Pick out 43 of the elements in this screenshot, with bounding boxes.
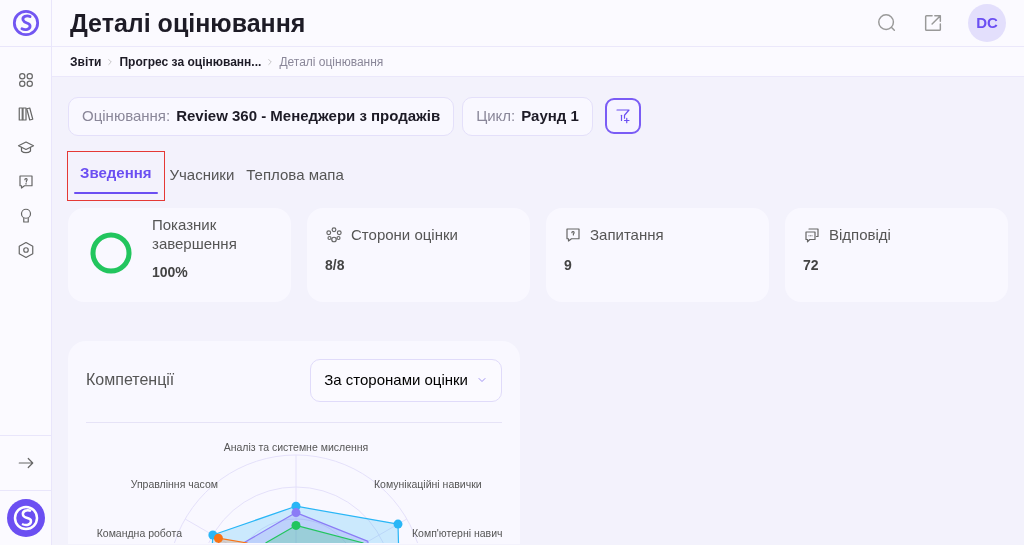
logo-icon[interactable] [6,499,45,537]
stat-value: 100% [152,262,189,282]
data-point [393,519,403,529]
add-filter-button[interactable] [604,98,641,135]
chat-bubbles-icon [803,226,821,245]
view-dropdown[interactable]: За сторонами оцінки [310,359,502,402]
filter-value: Раунд 1 [521,106,579,126]
grid-icon[interactable] [16,71,35,89]
people-icon [325,226,343,245]
axis-label: Управління часом [130,477,218,490]
page-title: Деталі оцінювання [70,8,306,38]
stat-title: Відповіді [829,225,891,245]
stat-title: Сторони оцінки [351,225,458,245]
tab[interactable]: Учасники [163,153,241,198]
filter-chip[interactable]: Оцінювання: Review 360 - Менеджери з продажів [68,97,455,136]
logo-icon[interactable] [11,9,40,37]
share-icon[interactable] [922,12,944,34]
filter-chip[interactable]: Цикл: Раунд 1 [462,97,593,136]
data-point [291,520,301,530]
search-icon[interactable] [876,12,898,34]
tab[interactable]: Теплова мапа [240,153,350,198]
breadcrumb-link[interactable]: Прогрес за оцінюванн... [119,52,262,71]
question-bubble-icon[interactable] [16,173,35,191]
stat-value: 9 [564,255,573,275]
tab[interactable]: Зведення [68,151,164,200]
stat-value: 72 [803,255,820,275]
axis-label: Комунікаційні навички [374,477,482,490]
filter-label: Цикл: [476,106,516,126]
hexagon-icon[interactable] [16,241,35,259]
user-avatar[interactable]: DC [968,4,1006,42]
stat-title: Показник завершення [152,216,238,254]
stat-title: Запитання [590,225,664,245]
card-title: Компетенції [86,370,175,391]
books-icon[interactable] [16,105,35,123]
filter-label: Оцінювання: [82,106,171,126]
axis-label: Аналіз та системне мислення [223,440,369,453]
axis-label: Комп'ютерні навич [412,526,502,539]
breadcrumb-link[interactable]: Звіти [70,52,102,71]
stat-value: 8/8 [325,255,346,275]
question-bubble-icon [564,226,582,245]
axis-label: Командна робота [96,526,182,539]
filter-value: Review 360 - Менеджери з продажів [176,106,441,126]
data-point [291,507,301,517]
